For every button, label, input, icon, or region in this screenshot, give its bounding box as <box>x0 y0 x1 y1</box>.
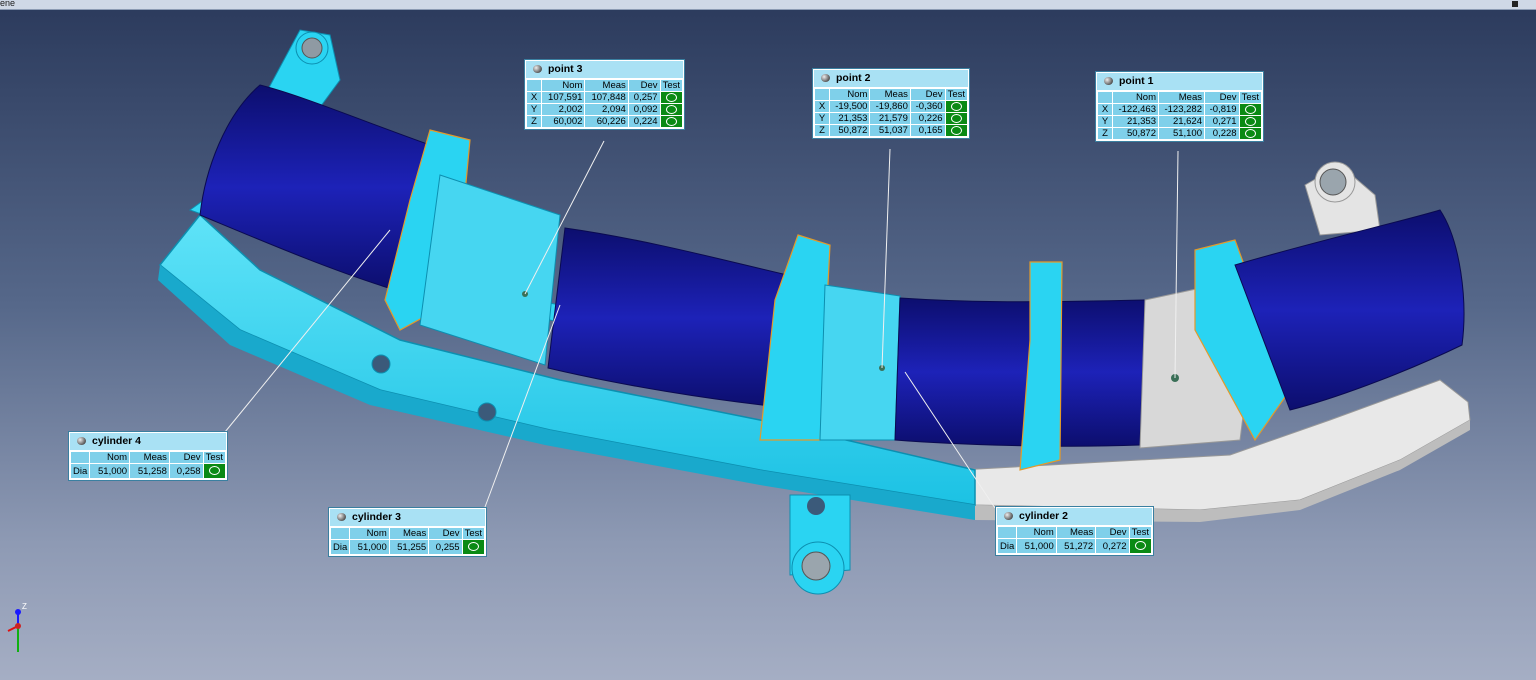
col-nom: Nom <box>540 79 586 92</box>
table-row: Dia 51,000 51,272 0,272 <box>996 538 1153 554</box>
table-row: X 107,591 107,848 0,257 <box>526 91 684 104</box>
col-nom: Nom <box>828 88 871 101</box>
col-dev: Dev <box>1204 91 1240 104</box>
measurement-table: Nom Meas Dev Test Dia 51,000 51,258 0,25… <box>69 451 227 479</box>
sphere-bullet-icon <box>1104 77 1113 85</box>
cyan-sleeve-left <box>419 174 561 366</box>
measurement-table: Nom Meas Dev Test X -122,463 -123,282 -0… <box>1097 91 1263 140</box>
col-nom: Nom <box>1016 526 1057 539</box>
col-meas: Meas <box>1158 91 1205 104</box>
callout-cylinder4[interactable]: cylinder 4 Nom Meas Dev Test Dia 51,000 … <box>69 432 227 480</box>
col-meas: Meas <box>584 79 629 92</box>
cad-viewport[interactable] <box>0 0 1536 680</box>
col-nom: Nom <box>1112 91 1159 104</box>
circle-pass-icon <box>950 101 962 111</box>
col-dev: Dev <box>168 451 204 464</box>
col-test: Test <box>1238 91 1263 104</box>
callout-point3[interactable]: point 3 Nom Meas Dev Test X 107,591 107,… <box>525 60 684 129</box>
callout-title: cylinder 2 <box>1019 510 1069 522</box>
circle-pass-icon <box>950 113 962 123</box>
axis-z-label: Z <box>22 602 27 611</box>
col-meas: Meas <box>388 527 430 540</box>
col-meas: Meas <box>869 88 911 101</box>
circle-pass-icon <box>208 466 220 476</box>
measurement-table: Nom Meas Dev Test Dia 51,000 51,272 0,27… <box>996 526 1153 554</box>
table-row: Dia 51,000 51,255 0,255 <box>329 539 486 555</box>
table-row: Y 21,353 21,624 0,271 <box>1097 115 1263 128</box>
clamp-middle <box>759 234 831 441</box>
col-dev: Dev <box>428 527 463 540</box>
col-test: Test <box>202 451 227 464</box>
col-test: Test <box>461 527 486 540</box>
col-nom: Nom <box>89 451 131 464</box>
col-nom: Nom <box>349 527 390 540</box>
sphere-bullet-icon <box>533 65 542 73</box>
col-meas: Meas <box>1055 526 1097 539</box>
circle-pass-icon <box>665 116 677 126</box>
table-row: X -19,500 -19,860 -0,360 <box>814 100 969 113</box>
table-row: Dia 51,000 51,258 0,258 <box>69 463 227 479</box>
pipe-segment-right-middle <box>894 297 1146 447</box>
circle-pass-icon <box>665 92 677 102</box>
sphere-bullet-icon <box>77 437 86 445</box>
circle-pass-icon <box>665 104 677 114</box>
callout-title: point 3 <box>548 63 583 75</box>
table-row: Z 60,002 60,226 0,224 <box>526 115 684 128</box>
col-test: Test <box>944 88 969 101</box>
col-test: Test <box>659 79 684 92</box>
circle-pass-icon <box>1244 104 1256 114</box>
circle-pass-icon <box>1244 128 1256 138</box>
col-dev: Dev <box>627 79 661 92</box>
table-row: Z 50,872 51,100 0,228 <box>1097 127 1263 140</box>
table-row: Y 21,353 21,579 0,226 <box>814 112 969 125</box>
axis-triad-icon <box>7 609 21 652</box>
callout-cylinder3[interactable]: cylinder 3 Nom Meas Dev Test Dia 51,000 … <box>329 508 486 556</box>
callout-title: cylinder 3 <box>352 511 402 523</box>
callout-point1[interactable]: point 1 Nom Meas Dev Test X -122,463 -12… <box>1096 72 1263 141</box>
measurement-table: Nom Meas Dev Test Dia 51,000 51,255 0,25… <box>329 527 486 555</box>
table-row: Y 2,002 2,094 0,092 <box>526 103 684 116</box>
callout-title: cylinder 4 <box>92 435 142 447</box>
callout-cylinder2[interactable]: cylinder 2 Nom Meas Dev Test Dia 51,000 … <box>996 507 1153 555</box>
callout-title: point 1 <box>1119 75 1154 87</box>
measurement-table: Nom Meas Dev Test X -19,500 -19,860 -0,3… <box>814 88 969 137</box>
circle-pass-icon <box>467 542 479 552</box>
col-test: Test <box>1128 526 1153 539</box>
callout-point2[interactable]: point 2 Nom Meas Dev Test X -19,500 -19,… <box>813 69 969 138</box>
cyan-sleeve-middle <box>819 284 901 441</box>
sphere-bullet-icon <box>337 513 346 521</box>
col-dev: Dev <box>1095 526 1130 539</box>
col-meas: Meas <box>129 451 170 464</box>
pipe-segment-middle <box>547 227 801 409</box>
table-row: X -122,463 -123,282 -0,819 <box>1097 103 1263 116</box>
circle-pass-icon <box>1244 116 1256 126</box>
circle-pass-icon <box>1134 541 1146 551</box>
table-row: Z 50,872 51,037 0,165 <box>814 124 969 137</box>
sphere-bullet-icon <box>1004 512 1013 520</box>
col-dev: Dev <box>909 88 946 101</box>
sphere-bullet-icon <box>821 74 830 82</box>
callout-title: point 2 <box>836 72 871 84</box>
circle-pass-icon <box>950 125 962 135</box>
measurement-table: Nom Meas Dev Test X 107,591 107,848 0,25… <box>526 79 684 128</box>
